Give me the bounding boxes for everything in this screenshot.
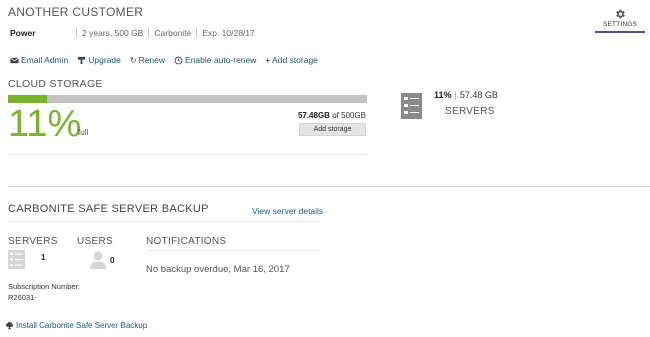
servers-usage-text: 11% | 57.48 GB [434, 90, 498, 100]
servers-usage-percent: 11% [434, 90, 452, 100]
add-storage-button[interactable]: Add storage [299, 123, 366, 136]
servers-usage-size: 57.48 GB [459, 90, 498, 100]
plus-icon: + [265, 55, 271, 65]
email-admin-link[interactable]: Email Admin [10, 55, 68, 65]
enable-auto-renew-link[interactable]: Enable auto-renew [174, 55, 256, 65]
gear-icon [616, 9, 625, 19]
plan-brand: Carbonite [148, 28, 196, 38]
notifications-heading: NOTIFICATIONS [146, 236, 227, 247]
storage-used-value: 57.48GB [297, 111, 330, 120]
subscription-number-label: Subscription Number: [8, 282, 81, 291]
storage-total-text: of 500GB [329, 111, 366, 120]
email-admin-label: Email Admin [21, 55, 69, 65]
add-storage-link[interactable]: + Add storage [265, 55, 318, 65]
divider [146, 250, 321, 251]
users-count: 0 [110, 256, 115, 265]
storage-progress-bar [8, 95, 367, 103]
divider [8, 221, 320, 222]
customer-name: ANOTHER CUSTOMER [8, 5, 144, 19]
storage-progress-fill [8, 95, 48, 103]
servers-column-heading: SERVERS [8, 236, 58, 247]
install-label: Install Carbonite Safe Server Backup [16, 321, 148, 330]
settings-button[interactable]: SETTINGS [595, 8, 645, 33]
servers-count: 1 [41, 253, 46, 262]
download-cloud-icon [5, 321, 14, 330]
plan-term: 2 years, 500 GB [76, 28, 148, 38]
divider [8, 154, 367, 155]
history-icon [174, 56, 183, 64]
plan-info-row: Power 2 years, 500 GB Carbonite Exp. 10/… [10, 28, 260, 38]
install-server-backup-link[interactable]: Install Carbonite Safe Server Backup [5, 321, 147, 330]
section-divider [8, 186, 650, 187]
upgrade-icon [78, 56, 86, 64]
storage-percent: 11% [8, 103, 82, 145]
server-icon [8, 250, 25, 269]
notification-message: No backup overdue, Mar 16, 2017 [146, 264, 290, 275]
upgrade-link[interactable]: Upgrade [77, 55, 121, 65]
users-column-heading: USERS [77, 236, 113, 247]
view-server-details-link[interactable]: View server details [252, 206, 323, 216]
subscription-number-value: R26031- [8, 293, 37, 302]
refresh-icon: ↻ [129, 55, 137, 65]
cloud-storage-heading: CLOUD STORAGE [8, 78, 103, 90]
storage-full-label: full [78, 128, 89, 137]
enable-auto-renew-label: Enable auto-renew [185, 55, 257, 65]
backup-section-title: CARBONITE SAFE SERVER BACKUP [8, 203, 209, 215]
servers-usage-separator: | [454, 90, 457, 100]
renew-link[interactable]: ↻ Renew [130, 55, 165, 65]
upgrade-label: Upgrade [88, 55, 121, 65]
user-icon [90, 251, 106, 269]
plan-name: Power [10, 28, 36, 38]
plan-expiry: Exp. 10/28/17 [196, 28, 259, 38]
action-bar: Email Admin Upgrade ↻ Renew Enable auto-… [10, 55, 327, 65]
servers-summary-label: SERVERS [445, 106, 495, 117]
add-storage-label: Add storage [272, 55, 318, 65]
envelope-icon [10, 57, 19, 63]
renew-label: Renew [138, 55, 166, 65]
settings-label: SETTINGS [602, 21, 638, 28]
server-icon [401, 93, 422, 119]
storage-used-text: 57.48GB of 500GB [270, 111, 366, 120]
